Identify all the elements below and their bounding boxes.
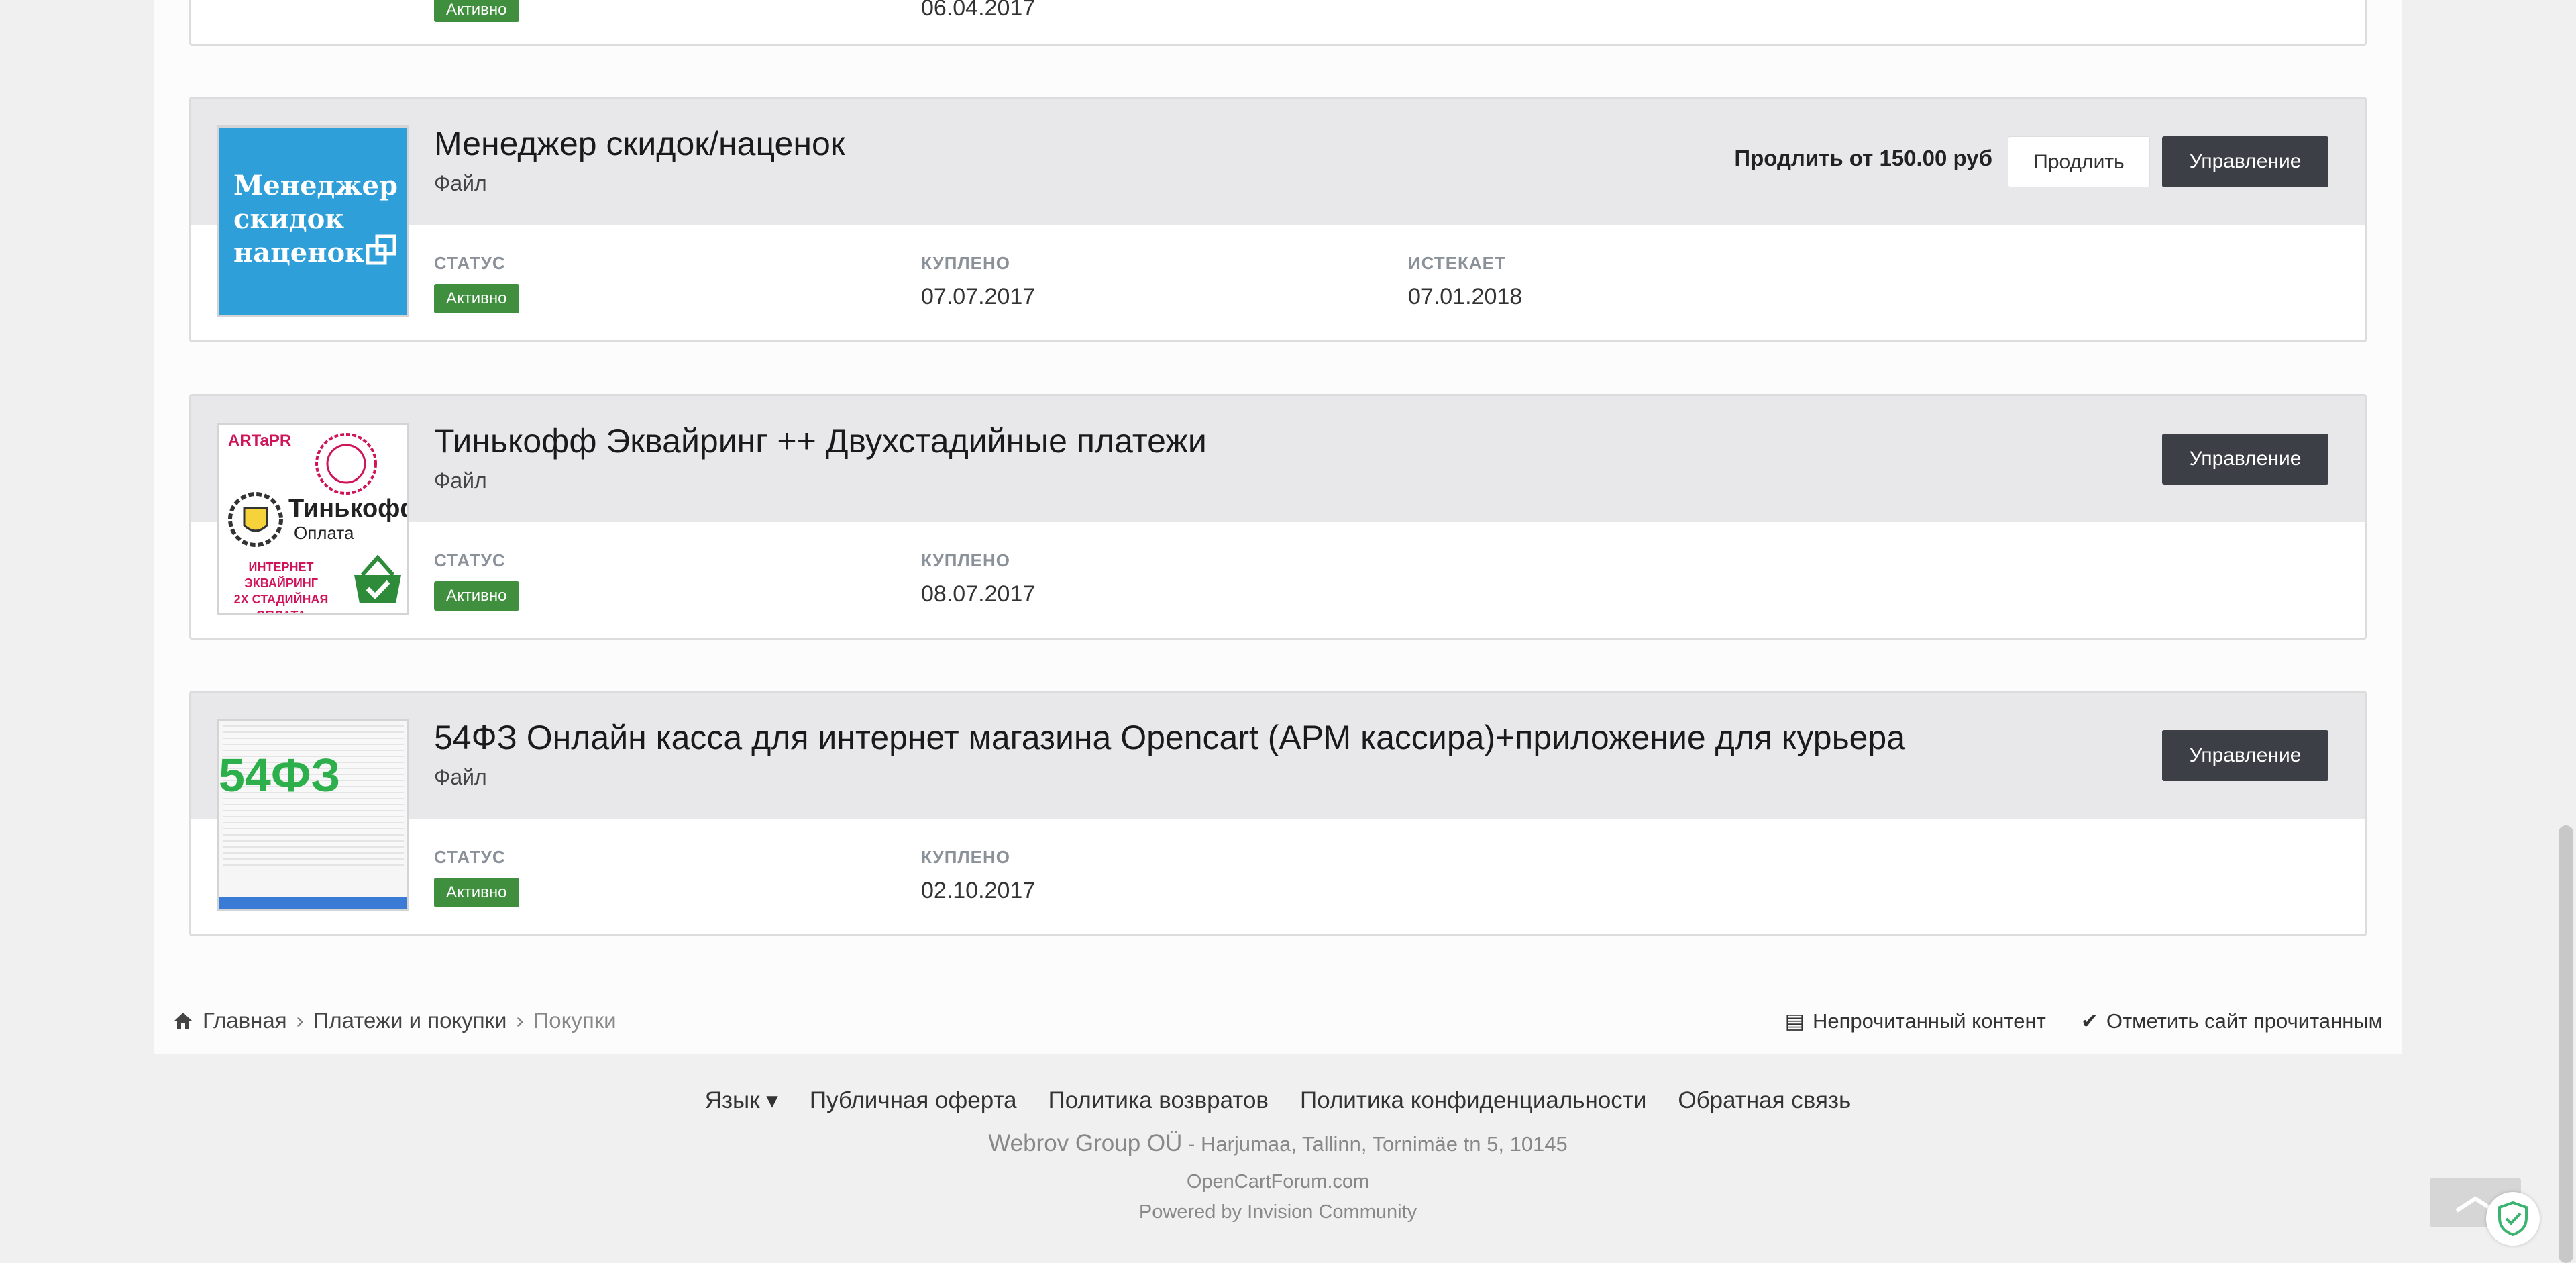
footer-site[interactable]: OpenCartForum.com <box>0 1171 2556 1193</box>
status-header: СТАТУС <box>434 550 506 570</box>
company-name: Webrov Group OÜ <box>988 1130 1183 1156</box>
purchase-header: 54ФЗ Онлайн касса для интернет магазина … <box>191 693 2365 819</box>
status-header: СТАТУС <box>434 847 506 867</box>
expires-header: ИСТЕКАЕТ <box>1408 253 1506 273</box>
purchased-date: 08.07.2017 <box>921 581 1036 607</box>
language-menu[interactable]: Язык ▾ <box>705 1087 778 1114</box>
mark-site-read-link[interactable]: ✔ Отметить сайт прочитанным <box>2081 1009 2383 1033</box>
taskbar <box>219 897 407 909</box>
footer-company: Webrov Group OÜ - Harjumaa, Tallinn, Tor… <box>0 1130 2556 1157</box>
thumb-sub: Оплата <box>294 523 354 543</box>
purchased-header: КУПЛЕНО <box>921 847 1010 867</box>
status-header: СТАТУС <box>434 253 506 273</box>
purchase-card: Менеджер скидок/наценок Файл Продлить от… <box>189 97 2367 342</box>
scrollbar[interactable] <box>2556 0 2576 1263</box>
scrollbar-thumb[interactable] <box>2559 825 2573 1263</box>
product-thumbnail[interactable]: Менеджер скидок наценок <box>217 125 409 317</box>
thumb-line: скидок <box>233 203 345 235</box>
expires-date: 07.01.2018 <box>1408 284 1523 309</box>
language-label: Язык <box>704 1087 760 1113</box>
chevron-right-icon: › <box>516 1008 524 1033</box>
breadcrumb: Главная › Платежи и покупки › Покупки <box>173 1008 616 1033</box>
purchase-type: Файл <box>434 765 487 789</box>
purchase-details: СТАТУС Активно КУПЛЕНО 02.10.2017 <box>191 819 2365 933</box>
tinkoff-logo-icon <box>228 492 283 547</box>
status-badge: Активно <box>434 0 519 22</box>
mark-site-read-label: Отметить сайт прочитанным <box>2106 1009 2383 1033</box>
footer-link-feedback[interactable]: Обратная связь <box>1678 1087 1851 1114</box>
unread-content-link[interactable]: ▤ Непрочитанный контент <box>1785 1009 2046 1033</box>
purchase-header: Менеджер скидок/наценок Файл Продлить от… <box>191 99 2365 225</box>
breadcrumb-current: Покупки <box>533 1008 616 1033</box>
purchased-date: 06.04.2017 <box>921 0 1036 21</box>
purchase-title[interactable]: Менеджер скидок/наценок <box>434 124 845 163</box>
thumb-caption: ИНТЕРНЕТ <box>248 560 314 574</box>
home-icon <box>174 1013 192 1029</box>
thumb-caption: 2Х СТАДИЙНАЯ ОПЛАТА <box>233 593 329 613</box>
footer-link-privacy[interactable]: Политика конфиденциальности <box>1300 1087 1646 1114</box>
thumb-line: Менеджер <box>233 170 398 201</box>
purchased-date: 02.10.2017 <box>921 878 1036 903</box>
security-shield-button[interactable] <box>2486 1192 2540 1246</box>
caret-down-icon: ▾ <box>766 1087 778 1113</box>
status-badge: Активно <box>434 581 519 611</box>
manage-button[interactable]: Управление <box>2162 434 2328 485</box>
renew-price: Продлить от 150.00 руб <box>1734 146 1992 170</box>
breadcrumb-payments[interactable]: Платежи и покупки <box>313 1008 507 1033</box>
breadcrumb-home[interactable]: Главная <box>203 1008 287 1033</box>
renew-button[interactable]: Продлить <box>2008 136 2150 187</box>
product-thumbnail[interactable]: ARTaPR Тинькофф Оплата ИНТЕРНЕТ ЭКВАЙРИН… <box>217 423 409 615</box>
company-address: - Harjumaa, Tallinn, Tornimäe tn 5, 1014… <box>1182 1132 1568 1156</box>
thumb-brand: Тинькофф <box>288 495 407 523</box>
external-link-icon <box>366 234 396 265</box>
purchase-type: Файл <box>434 171 487 195</box>
manage-button[interactable]: Управление <box>2162 730 2328 781</box>
purchase-details: СТАТУС Активно КУПЛЕНО 08.07.2017 <box>191 522 2365 636</box>
product-thumbnail[interactable]: 54ФЗ <box>217 719 409 911</box>
footer-link-returns[interactable]: Политика возвратов <box>1049 1087 1269 1114</box>
purchase-details: СТАТУС Активно КУПЛЕНО 07.07.2017 ИСТЕКА… <box>191 225 2365 339</box>
footer-links: Язык ▾ Публичная оферта Политика возврат… <box>0 1087 2556 1114</box>
purchased-date: 07.07.2017 <box>921 284 1036 309</box>
basket-check-icon <box>354 554 401 603</box>
status-badge: Активно <box>434 878 519 907</box>
chevron-right-icon: › <box>296 1008 304 1033</box>
footer-link-offer[interactable]: Публичная оферта <box>810 1087 1017 1114</box>
purchase-title[interactable]: 54ФЗ Онлайн касса для интернет магазина … <box>434 718 1905 757</box>
purchase-type: Файл <box>434 468 487 493</box>
shield-check-icon <box>2498 1201 2528 1237</box>
purchase-card: Активно 06.04.2017 <box>189 0 2367 46</box>
purchase-title[interactable]: Тинькофф Эквайринг ++ Двухстадийные плат… <box>434 421 1207 460</box>
unread-content-label: Непрочитанный контент <box>1812 1009 2046 1033</box>
footer-powered[interactable]: Powered by Invision Community <box>0 1201 2556 1223</box>
breadcrumb-actions: ▤ Непрочитанный контент ✔ Отметить сайт пр… <box>1785 1009 2383 1033</box>
purchase-header: Тинькофф Эквайринг ++ Двухстадийные плат… <box>191 396 2365 522</box>
thumb-logo: ARTaPR <box>228 432 292 450</box>
stamp-icon <box>315 433 377 495</box>
thumb-caption: ЭКВАЙРИНГ <box>244 576 318 590</box>
manage-button[interactable]: Управление <box>2162 136 2328 187</box>
purchase-card: Тинькофф Эквайринг ++ Двухстадийные плат… <box>189 394 2367 640</box>
status-badge: Активно <box>434 284 519 313</box>
purchased-header: КУПЛЕНО <box>921 253 1010 273</box>
purchase-card: 54ФЗ Онлайн касса для интернет магазина … <box>189 691 2367 936</box>
purchased-header: КУПЛЕНО <box>921 550 1010 570</box>
thumb-text: 54ФЗ <box>219 749 341 801</box>
newspaper-icon: ▤ <box>1784 1009 1805 1033</box>
check-icon: ✔ <box>2080 1009 2098 1033</box>
